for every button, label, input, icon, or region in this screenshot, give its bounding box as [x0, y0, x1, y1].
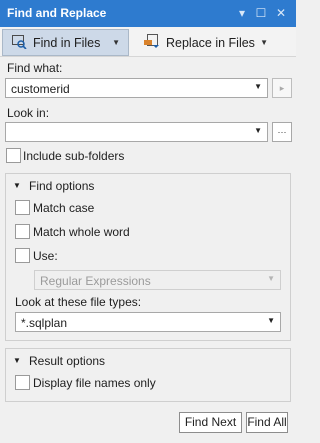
- replace-in-files-icon: [144, 33, 160, 52]
- file-types-label: Look at these file types:: [15, 295, 142, 309]
- find-all-button[interactable]: Find All: [246, 412, 288, 433]
- tab-replace-in-files[interactable]: Replace in Files ▼: [136, 29, 276, 56]
- file-types-value: *.sqlplan: [21, 316, 68, 330]
- mode-tabs: Find in Files ▼ Replace in Files ▼: [0, 27, 296, 57]
- find-what-value: customerid: [11, 82, 70, 96]
- match-whole-word-label: Match whole word: [33, 225, 130, 239]
- collapse-icon[interactable]: ▼: [13, 356, 21, 365]
- find-next-button[interactable]: Find Next: [179, 412, 242, 433]
- chevron-down-icon[interactable]: ▼: [112, 38, 120, 47]
- include-subfolders-label: Include sub-folders: [23, 149, 125, 163]
- match-case-checkbox[interactable]: [15, 200, 30, 215]
- match-case-label: Match case: [33, 201, 95, 215]
- tab-find-in-files[interactable]: Find in Files ▼: [2, 29, 129, 56]
- close-button[interactable]: ✕: [272, 4, 290, 22]
- use-label: Use:: [33, 249, 58, 263]
- chevron-down-icon[interactable]: ▼: [267, 274, 275, 283]
- find-what-side-button[interactable]: ▸: [272, 78, 292, 98]
- use-type-combo[interactable]: Regular Expressions ▼: [34, 270, 281, 290]
- display-file-names-only-checkbox[interactable]: [15, 375, 30, 390]
- result-options-header[interactable]: Result options: [29, 354, 105, 368]
- tab-find-in-files-label: Find in Files: [33, 35, 101, 50]
- display-file-names-only-label: Display file names only: [33, 376, 156, 390]
- use-checkbox[interactable]: [15, 248, 30, 263]
- window-title: Find and Replace: [7, 6, 107, 20]
- chevron-down-icon[interactable]: ▼: [267, 316, 275, 325]
- find-options-header[interactable]: Find options: [29, 179, 94, 193]
- look-in-label: Look in:: [7, 106, 50, 120]
- title-bar: Find and Replace ▾ ☐ ✕: [0, 0, 296, 27]
- include-subfolders-checkbox[interactable]: [6, 148, 21, 163]
- chevron-down-icon[interactable]: ▼: [254, 82, 262, 91]
- find-what-combo[interactable]: customerid ▼: [5, 78, 268, 98]
- chevron-down-icon[interactable]: ▼: [254, 126, 262, 135]
- window-menu-button[interactable]: ▾: [233, 4, 251, 22]
- match-whole-word-checkbox[interactable]: [15, 224, 30, 239]
- file-types-combo[interactable]: *.sqlplan ▼: [15, 312, 281, 332]
- collapse-icon[interactable]: ▼: [13, 181, 21, 190]
- find-what-label: Find what:: [7, 61, 63, 75]
- chevron-down-icon[interactable]: ▼: [260, 38, 268, 47]
- find-in-files-icon: [11, 33, 27, 52]
- tab-replace-in-files-label: Replace in Files: [166, 35, 255, 50]
- maximize-button[interactable]: ☐: [252, 4, 270, 22]
- browse-button[interactable]: ···: [272, 122, 292, 142]
- use-type-value: Regular Expressions: [40, 274, 151, 288]
- look-in-combo[interactable]: ▼: [5, 122, 268, 142]
